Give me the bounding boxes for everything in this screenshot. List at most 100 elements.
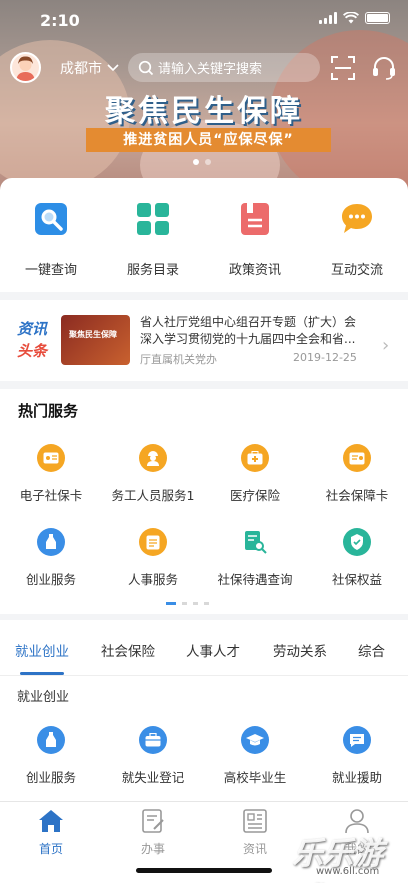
- service-social-security-card[interactable]: 社会保障卡: [306, 444, 408, 504]
- quick-actions: 一键查询 服务目录 政策资讯 互动交流: [0, 178, 408, 292]
- service-employment-assistance[interactable]: 就业援助: [306, 726, 408, 786]
- chevron-right-icon[interactable]: ›: [382, 335, 389, 356]
- pager-dot: [204, 602, 209, 605]
- home-indicator: [136, 868, 272, 873]
- news-tag: 资讯 头条: [17, 318, 47, 362]
- home-icon: [39, 810, 63, 832]
- document-icon: [241, 203, 269, 235]
- service-benefit-query[interactable]: 社保待遇查询: [204, 528, 306, 588]
- tab-employment[interactable]: 就业创业: [15, 640, 69, 660]
- quick-action-label: 一键查询: [24, 263, 77, 278]
- services-pager: [166, 602, 209, 605]
- city-selector[interactable]: 成都市: [60, 58, 119, 78]
- category-section: 就业创业 社会保险 人事人才 劳动关系 综合 就业创业 创业服务 就失业登记 高…: [0, 620, 408, 801]
- service-label: 务工人员服务1: [111, 488, 195, 503]
- search-placeholder: 请输入关键字搜索: [158, 62, 263, 77]
- worker-icon: [139, 444, 167, 472]
- signal-icon: [319, 12, 337, 24]
- service-e-social-card[interactable]: 电子社保卡: [0, 444, 102, 504]
- news-headline[interactable]: 资讯 头条 聚焦民生保障 省人社厅党组中心组召开专题（扩大）会深入学习贯彻党的十…: [0, 300, 408, 381]
- pager-dot: [193, 602, 198, 605]
- bottle-icon: [37, 528, 65, 556]
- news-thumbnail: 聚焦民生保障: [61, 315, 130, 365]
- quick-action-label: 服务目录: [126, 263, 179, 278]
- tab-general[interactable]: 综合: [358, 640, 385, 660]
- category-tabs: 就业创业 社会保险 人事人才 劳动关系 综合: [0, 620, 408, 676]
- tab-social-insurance[interactable]: 社会保险: [101, 640, 155, 660]
- pager-dot: [182, 602, 187, 605]
- search-icon: [35, 203, 67, 235]
- clipboard-icon: [139, 528, 167, 556]
- service-label: 就失业登记: [121, 770, 185, 785]
- chevron-down-icon: [107, 64, 119, 72]
- service-entrepreneurship[interactable]: 创业服务: [0, 726, 102, 786]
- banner-subtitle: 推进贫困人员“应保尽保”: [86, 128, 331, 152]
- wifi-icon: [343, 12, 359, 24]
- status-icons: [319, 12, 390, 24]
- banner-title: 聚焦民生保障: [105, 94, 303, 129]
- quick-action-label: 互动交流: [330, 263, 383, 278]
- search-icon: [138, 60, 154, 76]
- news-thumbnail-text: 聚焦民生保障: [69, 330, 117, 339]
- news-title: 省人社厅党组中心组召开专题（扩大）会深入学习贯彻党的十九届四中全会和省...: [140, 315, 357, 346]
- briefcase-icon: [139, 726, 167, 754]
- active-tab-indicator: [20, 672, 64, 675]
- service-label: 人事服务: [127, 572, 178, 587]
- chat-doc-icon: [343, 726, 371, 754]
- service-label: 医疗保险: [229, 488, 280, 503]
- service-personnel[interactable]: 人事服务: [102, 528, 204, 588]
- news-tag-line1: 资讯: [17, 320, 48, 338]
- battery-icon: [365, 12, 390, 24]
- service-label: 创业服务: [25, 770, 76, 785]
- pager-dot: [205, 159, 211, 165]
- status-time: 2:10: [40, 11, 80, 30]
- tab-labor-relations[interactable]: 劳动关系: [273, 640, 327, 660]
- quick-action-catalog[interactable]: 服务目录: [102, 202, 204, 278]
- customer-service-icon[interactable]: [371, 55, 397, 81]
- service-entrepreneurship[interactable]: 创业服务: [0, 528, 102, 588]
- news-tag-line2: 头条: [17, 342, 48, 360]
- service-label: 就业援助: [331, 770, 382, 785]
- search-doc-icon: [241, 528, 269, 556]
- badge-icon: [343, 528, 371, 556]
- service-label: 创业服务: [25, 572, 76, 587]
- medical-kit-icon: [241, 444, 269, 472]
- service-rights[interactable]: 社保权益: [306, 528, 408, 588]
- nav-label: 资讯: [242, 842, 267, 856]
- grid-icon: [137, 203, 169, 235]
- card-icon: [37, 444, 65, 472]
- graduation-cap-icon: [241, 726, 269, 754]
- nav-label: 首页: [38, 842, 63, 856]
- scan-icon[interactable]: [331, 56, 355, 80]
- search-input[interactable]: 请输入关键字搜索: [128, 53, 320, 82]
- nav-news[interactable]: 资讯: [225, 808, 285, 857]
- service-graduates[interactable]: 高校毕业生: [204, 726, 306, 786]
- newspaper-icon: [243, 809, 267, 833]
- hot-services: 热门服务 电子社保卡 务工人员服务1 医疗保险 社会保障卡 创业服务 人事服务 …: [0, 389, 408, 614]
- news-source: 厅直属机关党办: [140, 353, 217, 366]
- avatar[interactable]: [10, 52, 41, 83]
- id-card-icon: [343, 444, 371, 472]
- section-title: 热门服务: [18, 402, 79, 420]
- nav-label: 办事: [140, 842, 165, 856]
- service-unemployment-registration[interactable]: 就失业登记: [102, 726, 204, 786]
- bottle-icon: [37, 726, 65, 754]
- service-worker[interactable]: 务工人员服务1: [102, 444, 204, 504]
- service-label: 社会保障卡: [325, 488, 389, 503]
- news-date: 2019-12-25: [293, 351, 357, 364]
- chat-icon: [342, 204, 372, 233]
- quick-action-search[interactable]: 一键查询: [0, 202, 102, 278]
- nav-services[interactable]: 办事: [123, 808, 183, 857]
- service-label: 社保待遇查询: [217, 572, 293, 587]
- edit-doc-icon: [142, 809, 164, 833]
- tab-personnel-talent[interactable]: 人事人才: [186, 640, 240, 660]
- pager-dot: [166, 602, 176, 605]
- service-medical-insurance[interactable]: 医疗保险: [204, 444, 306, 504]
- banner-pager: [193, 159, 211, 165]
- service-label: 电子社保卡: [19, 488, 83, 503]
- watermark-url: www.6ll.com: [316, 866, 380, 877]
- service-label: 高校毕业生: [223, 770, 287, 785]
- nav-home[interactable]: 首页: [21, 808, 81, 857]
- quick-action-chat[interactable]: 互动交流: [306, 202, 408, 278]
- quick-action-policy[interactable]: 政策资讯: [204, 202, 306, 278]
